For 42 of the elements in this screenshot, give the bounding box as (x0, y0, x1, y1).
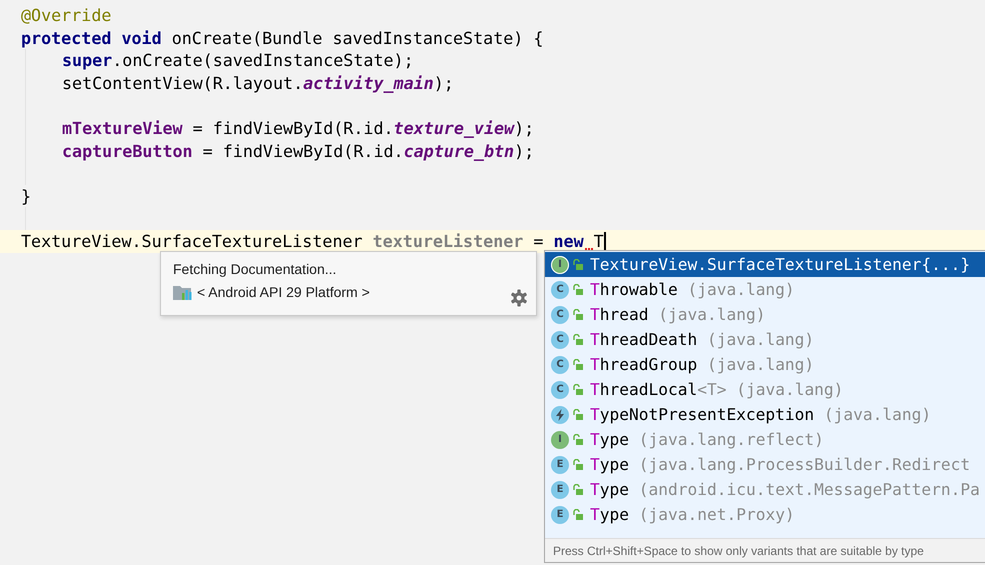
lock-icon (573, 509, 583, 520)
lock-icon (573, 409, 583, 420)
code-line: protected void onCreate(Bundle savedInstanceState) { (21, 26, 544, 50)
enum-badge-icon: E (551, 480, 569, 498)
class-badge-icon: C (551, 380, 569, 398)
class-badge-icon: C (551, 330, 569, 348)
completion-item[interactable]: E Type (android.icu.text.MessagePattern.Pa (545, 477, 985, 502)
enum-badge-icon: E (551, 456, 569, 474)
lock-icon (573, 309, 583, 320)
completion-item[interactable]: E Type (java.net.Proxy) (545, 502, 985, 527)
hint-text: Press Ctrl+Shift+Space to show only variants that are suitable by type (545, 538, 985, 562)
lock-icon (573, 359, 583, 370)
completion-item[interactable]: TypeNotPresentException (java.lang) (545, 402, 985, 427)
lock-icon (573, 334, 583, 345)
completion-item[interactable]: C ThreadDeath (java.lang) (545, 327, 985, 352)
library-name[interactable]: < Android API 29 Platform > (197, 284, 370, 300)
class-badge-icon: C (551, 306, 569, 324)
completion-item[interactable]: C ThreadLocal<T> (java.lang) (545, 377, 985, 402)
completion-item[interactable]: I TextureView.SurfaceTextureListener{...} (545, 252, 985, 277)
class-badge-icon: C (551, 356, 569, 374)
class-badge-icon: C (551, 280, 569, 298)
code-line: } (21, 184, 32, 208)
lock-icon (573, 459, 583, 470)
completion-item[interactable]: C Thread (java.lang) (545, 302, 985, 327)
lightning-badge-icon (551, 406, 569, 424)
completion-item[interactable]: C Throwable (java.lang) (545, 277, 985, 302)
lock-icon (573, 284, 583, 295)
lock-icon (573, 484, 583, 495)
enum-badge-icon: E (551, 506, 569, 524)
lock-icon (573, 434, 583, 445)
completion-item[interactable]: C ThreadGroup (java.lang) (545, 352, 985, 377)
interface-badge-icon: I (551, 256, 569, 274)
interface-badge-icon: I (551, 430, 569, 448)
settings-icon[interactable] (510, 289, 528, 307)
code-line: @Override (21, 4, 112, 27)
completion-item[interactable]: E Type (java.lang.ProcessBuilder.Redirect (545, 452, 985, 477)
lock-icon (573, 384, 583, 395)
library-icon (173, 284, 192, 300)
code-line: TextureView.SurfaceTextureListener textureListener = new T (21, 230, 604, 253)
completion-item[interactable]: I Type (java.lang.reflect) (545, 427, 985, 452)
lock-icon (573, 259, 583, 270)
loading-text: Fetching Documentation... (173, 261, 336, 277)
